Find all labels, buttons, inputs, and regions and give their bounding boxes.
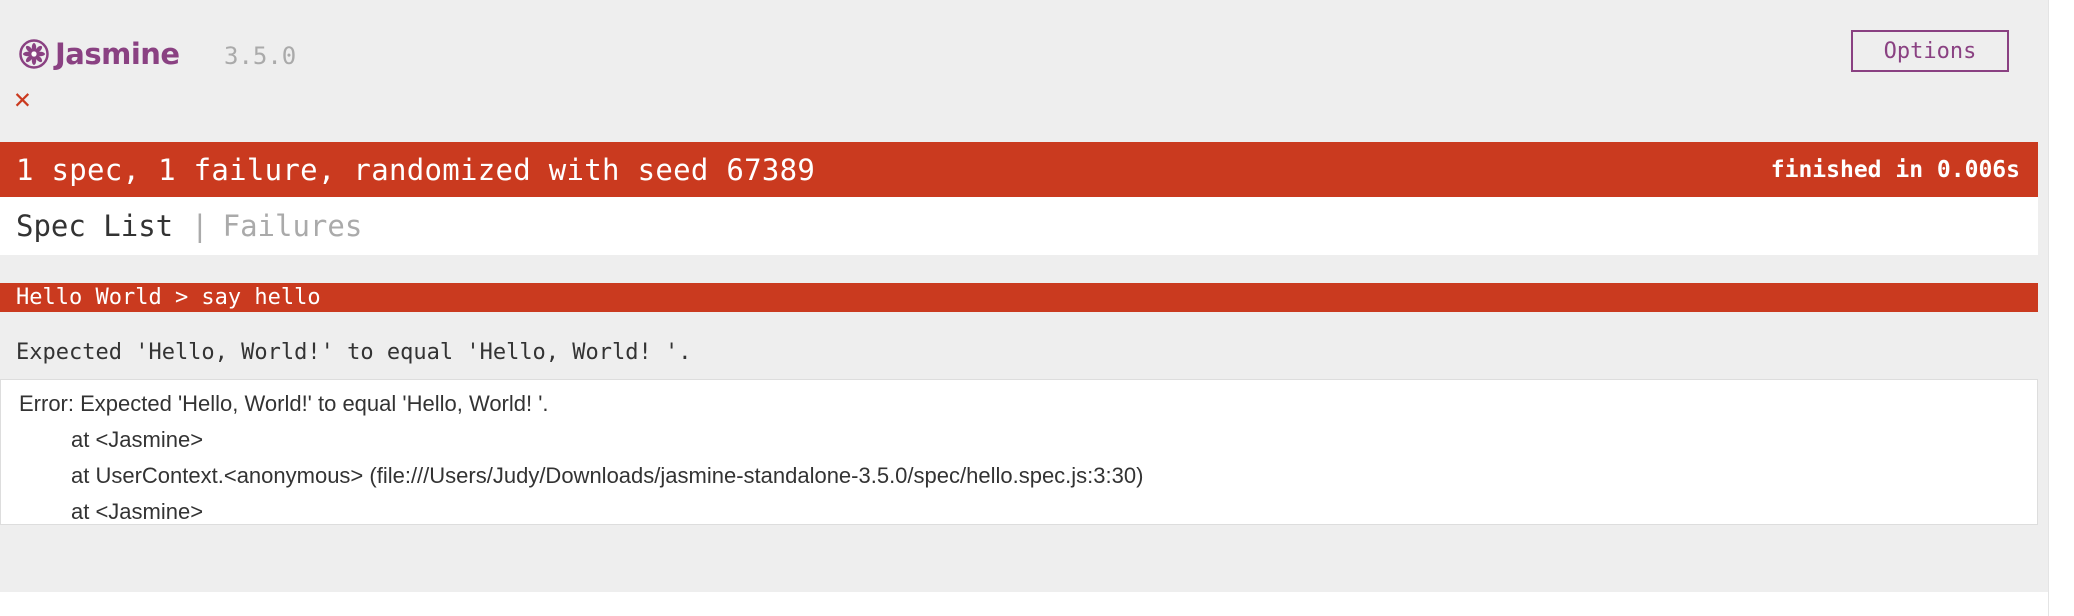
jasmine-logo[interactable]: Jasmine [19, 34, 180, 74]
spec-list-link[interactable]: Spec List [16, 209, 173, 243]
failures-link[interactable]: Failures [223, 209, 363, 243]
failed-spec-x-icon[interactable]: ✕ [14, 82, 31, 116]
scrollbar-gutter[interactable] [2048, 0, 2074, 616]
logo-text: Jasmine [55, 37, 180, 71]
results-menu: Spec List | Failures [0, 197, 2038, 255]
jasmine-reporter-page: Jasmine 3.5.0 Options ✕ 1 spec, 1 failur… [0, 0, 2048, 592]
stack-line: at <Jasmine> [71, 427, 204, 452]
overall-result-bar: 1 spec, 1 failure, randomized with seed … [0, 142, 2038, 197]
version-label: 3.5.0 [224, 42, 297, 70]
jasmine-flower-icon [19, 39, 49, 69]
spec-full-name[interactable]: Hello World > say hello [16, 285, 321, 310]
stack-line: at <Jasmine> [71, 499, 204, 524]
result-message: Expected 'Hello, World!' to equal 'Hello… [16, 340, 692, 365]
stack-line: at UserContext.<anonymous> (file:///User… [71, 463, 1144, 488]
failure-description[interactable]: Hello World > say hello [0, 283, 2038, 312]
menu-separator: | [191, 209, 209, 243]
result-duration: finished in 0.006s [1770, 156, 2020, 183]
stack-line: Error: Expected 'Hello, World!' to equal… [19, 391, 549, 416]
result-summary: 1 spec, 1 failure, randomized with seed … [16, 152, 816, 187]
stack-trace: Error: Expected 'Hello, World!' to equal… [0, 379, 2038, 525]
options-button[interactable]: Options [1851, 30, 2009, 72]
